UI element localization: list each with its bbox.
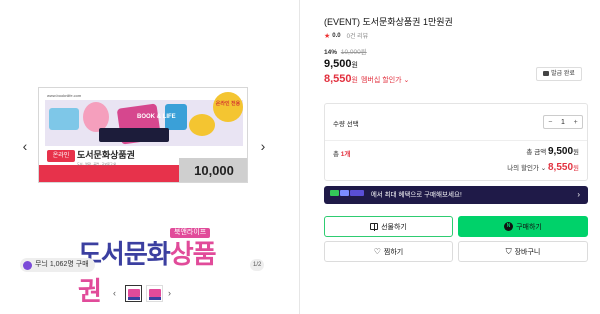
gift-button[interactable]: 선물하기 (324, 216, 453, 237)
image-page-indicator: 1/2 (250, 259, 265, 271)
total-amount-unit: 원 (573, 149, 579, 156)
product-title: (EVENT) 도서문화상품권 1만원권 (324, 17, 453, 27)
thumbnail-preview (128, 289, 140, 297)
sale-price-unit: 원 (351, 62, 358, 69)
thumbnail-2[interactable] (146, 285, 163, 302)
promo-text: 에서 최대 혜택으로 구매해보세요! (370, 191, 462, 199)
thumbnail-preview (149, 297, 161, 300)
buyers-count-chip: 무늬 1,062명 구매 (20, 258, 95, 272)
online-only-badge: 온라인 전용 (213, 92, 243, 122)
quantity-label: 수량 선택 (333, 121, 359, 128)
option-divider (325, 140, 587, 141)
gift-button-label: 선물하기 (381, 223, 407, 231)
buyers-count-text: 무늬 1,062명 구매 (35, 261, 89, 268)
panel-divider (299, 0, 300, 314)
chevron-right-icon: › (577, 190, 580, 199)
quantity-minus-button[interactable]: − (544, 119, 557, 126)
illustration-shape (189, 114, 215, 136)
my-discount-price: 나의 할인가 ⌄ 8,550원 (507, 162, 579, 173)
voucher-art-text: BOOK & LIFE (137, 114, 176, 120)
voucher-name: 도서문화상품권 (77, 150, 135, 160)
my-discount-dropdown[interactable]: 나의 할인가 ⌄ (507, 165, 546, 172)
quantity-input[interactable]: 1 (557, 119, 570, 126)
online-pill: 온라인 (47, 150, 75, 162)
buyer-avatar-icon (23, 260, 32, 270)
thumbnail-preview (149, 289, 161, 297)
discount-line: 14% 10,000원 (324, 46, 367, 56)
wishlist-button-label: 찜하기 (383, 248, 404, 256)
thumbnail-1[interactable] (125, 285, 142, 302)
total-amount-value: 9,500 (547, 146, 574, 157)
product-gallery: ‹ › www.booknlife.com BOOK & LIFE 온라인 전용… (0, 0, 300, 314)
quantity-plus-button[interactable]: + (569, 119, 582, 126)
review-count-link[interactable]: 0건 리뷰 (347, 31, 369, 40)
my-discount-value: 8,550 (547, 162, 574, 173)
promo-app-icons (330, 186, 365, 204)
coupon-issued-label: 발급 완료 (551, 71, 575, 77)
heart-icon: ♡ (373, 246, 381, 256)
buy-button[interactable]: N 구매하기 (458, 216, 588, 237)
option-box: 수량 선택 − 1 + 총 1개 총 금액 9,500원 나의 할인가 ⌄ 8,… (324, 103, 588, 181)
quantity-stepper: − 1 + (543, 115, 583, 129)
rating-score: 0.0 (332, 32, 341, 39)
sale-price-value: 9,500 (324, 58, 352, 70)
cart-button[interactable]: ⛉ 장바구니 (458, 241, 588, 262)
buy-button-label: 구매하기 (516, 223, 542, 231)
app-badge-icon (350, 190, 364, 196)
rating-summary: ★ 0.0 0건 리뷰 (324, 31, 369, 41)
thumbnail-preview (128, 297, 140, 300)
member-price: 8,550원 멤버십 할인가 ⌄ (324, 73, 409, 85)
thumb-next-icon[interactable]: › (168, 288, 171, 298)
voucher-red-band (39, 165, 179, 182)
voucher-url: www.booknlife.com (47, 93, 82, 98)
gift-icon (370, 223, 379, 231)
cart-button-label: 장바구니 (514, 248, 541, 256)
my-discount-unit: 원 (573, 165, 579, 172)
illustration-shape (99, 128, 169, 142)
star-icon: ★ (324, 32, 331, 40)
cart-icon: ⛉ (505, 246, 512, 256)
member-price-dropdown[interactable]: 멤버십 할인가 ⌄ (361, 75, 409, 85)
coupon-icon (543, 71, 550, 76)
item-count-value: 1개 (340, 151, 351, 158)
app-badge-icon (340, 190, 349, 196)
voucher-amount: 10,000 (179, 158, 247, 182)
voucher-subtext: 도서 · 영화 · 공연 · 교보문고 외 (77, 162, 117, 166)
total-amount-label: 총 금액 (526, 149, 547, 156)
gallery-next-arrow-icon[interactable]: › (256, 138, 270, 154)
discount-percent: 14% (324, 49, 338, 56)
sale-price: 9,500원 (324, 58, 358, 70)
original-price: 10,000원 (340, 49, 367, 56)
npay-icon: N (504, 222, 514, 231)
member-price-unit: 원 (351, 77, 358, 84)
app-promo-banner[interactable]: 에서 최대 혜택으로 구매해보세요! › (324, 186, 588, 204)
coupon-issued-button[interactable]: 발급 완료 (536, 67, 582, 81)
gallery-prev-arrow-icon[interactable]: ‹ (18, 138, 32, 154)
thumb-prev-icon[interactable]: ‹ (113, 288, 116, 298)
member-price-value: 8,550 (324, 73, 352, 85)
total-amount: 총 금액 9,500원 (526, 146, 579, 157)
item-count: 총 1개 (333, 148, 350, 158)
item-count-prefix: 총 (333, 151, 339, 158)
illustration-shape (49, 108, 79, 130)
app-badge-icon (330, 190, 339, 196)
wishlist-button[interactable]: ♡ 찜하기 (324, 241, 453, 262)
brand-logo: 북앤라이프 도서문화상품권 (78, 228, 228, 307)
voucher-image: www.booknlife.com BOOK & LIFE 온라인 전용 온라인… (38, 87, 248, 183)
